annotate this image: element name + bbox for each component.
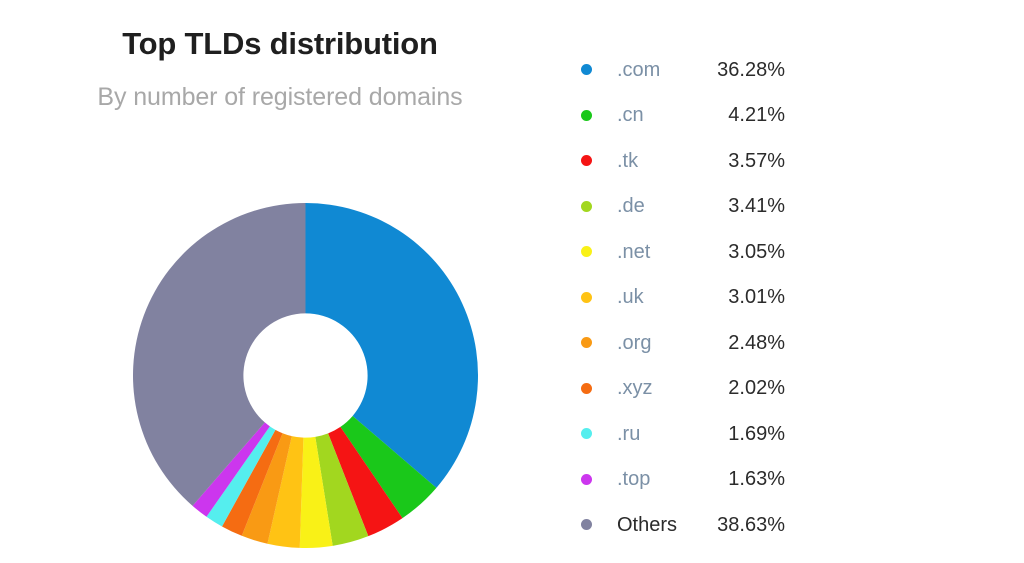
legend-item-label[interactable]: .de [617, 196, 645, 216]
legend-item-label[interactable]: .ru [617, 424, 640, 444]
legend-item-value: 36.28% [717, 58, 785, 81]
legend-item[interactable]: .uk 3.01% [575, 275, 785, 321]
legend-color-dot-icon [581, 291, 592, 303]
legend-item-label[interactable]: .uk [617, 287, 644, 307]
legend-item[interactable]: .ru 1.69% [575, 411, 785, 457]
legend-item[interactable]: .com 36.28% [575, 47, 785, 93]
legend-color-dot-icon [581, 109, 592, 121]
legend-color-dot-icon [581, 200, 592, 212]
legend-color-dot-icon [581, 473, 592, 485]
legend-item[interactable]: .net 3.05% [575, 229, 785, 275]
legend-item-value: 3.01% [728, 286, 785, 309]
legend-item-label[interactable]: .tk [617, 151, 638, 171]
donut-chart: .com 36.28%.cn 4.21%.tk 3.57%.de 3.41%.n… [133, 203, 478, 548]
legend-item-value: 3.57% [728, 149, 785, 172]
chart-subtitle: By number of registered domains [97, 83, 463, 111]
legend-color-dot-icon [581, 64, 592, 76]
legend-item[interactable]: .xyz 2.02% [575, 366, 785, 412]
chart-legend: .com 36.28% .cn 4.21% .tk 3.57% .de 3.41% .net 3.… [575, 47, 785, 548]
chart-page: Top TLDs distribution By number of regis… [0, 0, 1024, 563]
legend-item-label[interactable]: .cn [617, 105, 644, 125]
legend-item[interactable]: .cn 4.21% [575, 93, 785, 139]
legend-item[interactable]: .top 1.63% [575, 457, 785, 503]
legend-item-value: 3.05% [728, 240, 785, 263]
legend-color-dot-icon [581, 382, 592, 394]
donut-chart-svg: .com 36.28%.cn 4.21%.tk 3.57%.de 3.41%.n… [133, 203, 478, 548]
legend-color-dot-icon [581, 246, 592, 258]
legend-item-value: 2.02% [728, 377, 785, 400]
legend-item-label[interactable]: .top [617, 469, 650, 489]
legend-item[interactable]: .org 2.48% [575, 320, 785, 366]
legend-color-dot-icon [581, 337, 592, 349]
legend-color-dot-icon [581, 155, 592, 167]
legend-item-label[interactable]: .net [617, 242, 650, 262]
chart-title: Top TLDs distribution [122, 26, 438, 61]
legend-item-label[interactable]: .com [617, 60, 660, 80]
legend-item-label[interactable]: .org [617, 333, 651, 353]
legend-color-dot-icon [581, 428, 592, 440]
legend-item-value: 1.63% [728, 468, 785, 491]
legend-item-value: 1.69% [728, 422, 785, 445]
legend-item-value: 38.63% [717, 513, 785, 536]
legend-item-value: 3.41% [728, 195, 785, 218]
legend-item-value: 4.21% [728, 104, 785, 127]
legend-color-dot-icon [581, 519, 592, 531]
legend-item[interactable]: .tk 3.57% [575, 138, 785, 184]
chart-panel: Top TLDs distribution By number of regis… [0, 0, 560, 563]
legend-item-label[interactable]: .xyz [617, 378, 653, 398]
legend-item-value: 2.48% [728, 331, 785, 354]
legend-item[interactable]: Others 38.63% [575, 502, 785, 548]
legend-item[interactable]: .de 3.41% [575, 184, 785, 230]
